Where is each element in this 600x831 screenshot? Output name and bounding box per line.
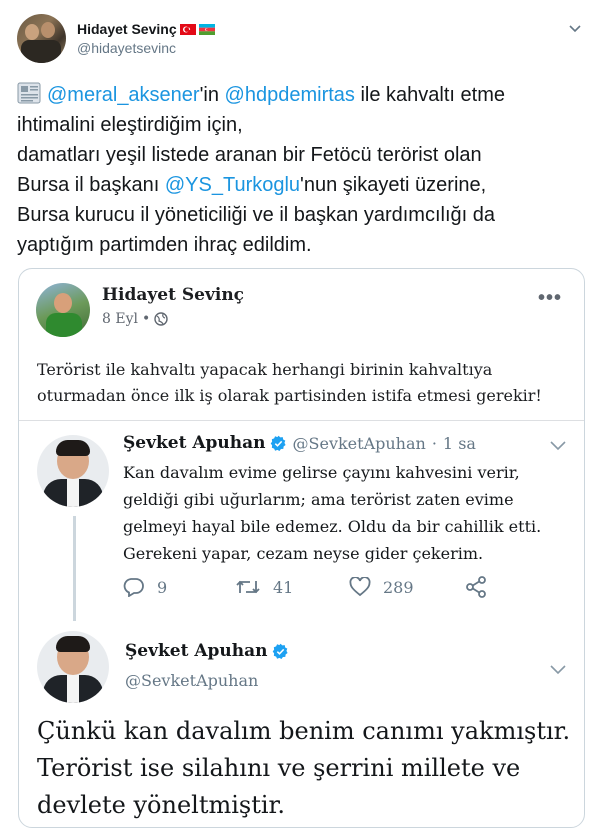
- fb-post-line: oturmadan önce ilk iş olarak partisinden…: [37, 386, 542, 405]
- author-avatar[interactable]: [17, 14, 66, 63]
- tweet-text-segment: Bursa il başkanı: [17, 174, 165, 196]
- tweet-line: Bursa kurucu il yöneticiliği ve il başka…: [17, 204, 495, 226]
- retweet-icon: [236, 580, 260, 594]
- reply-count: 9: [157, 577, 168, 597]
- quoted-line: Çünkü kan davalım benim canımı yakmıştır…: [37, 717, 571, 745]
- quoted-author-name: Şevket Apuhan: [125, 641, 268, 661]
- fb-date-separator: •: [141, 311, 151, 327]
- mention-meral-aksener[interactable]: @meral_aksener: [47, 84, 200, 106]
- chevron-down-icon: [550, 441, 566, 451]
- fb-author-name: Hidayet Sevinç: [102, 285, 245, 305]
- like-count: 289: [383, 577, 414, 597]
- quoted-author-row: Şevket Apuhan @SevketApuhan · 1 sa: [123, 433, 476, 453]
- quoted-author-handle: @SevketApuhan: [125, 671, 259, 690]
- quoted-line: geldiği gibi uğurlarım; ama terörist zat…: [123, 490, 514, 509]
- fb-post-date: 8 Eyl •: [102, 311, 168, 327]
- tweet-line: Bursa il başkanı @YS_Turkoglu'nun şikaye…: [17, 170, 587, 200]
- verified-badge-icon: [270, 435, 286, 451]
- quoted-author-avatar: [37, 631, 109, 703]
- reply-icon: [123, 578, 144, 597]
- author-name-row[interactable]: Hidayet Sevinç: [77, 21, 215, 37]
- quoted-line: Kan davalım evime gelirse çayını kahvesi…: [123, 463, 520, 482]
- quoted-line: Gerekeni yapar, cezam neyse gider çekeri…: [123, 544, 484, 563]
- globe-icon: [154, 312, 168, 326]
- quoted-actions: 9 41 289: [123, 572, 543, 602]
- quoted-author-row: Şevket Apuhan: [125, 641, 289, 661]
- verified-badge-icon: [272, 643, 288, 659]
- newspaper-icon: [17, 82, 41, 104]
- author-name[interactable]: Hidayet Sevinç: [77, 21, 177, 37]
- quoted-line: Terörist ise silahını ve şerrini millete…: [37, 754, 521, 782]
- thread-connector: [73, 516, 76, 621]
- quoted-line: gelmeyi hayal bile edemez. Oldu da bir c…: [123, 517, 542, 536]
- quoted-tweet-text: Kan davalım evime gelirse çayını kahvesi…: [123, 459, 563, 567]
- retweet-action: 41: [235, 577, 349, 597]
- tweet-text-segment: ile kahvaltı etme: [354, 84, 505, 106]
- chevron-down-icon[interactable]: [567, 20, 583, 36]
- quoted-author-avatar: [37, 435, 109, 507]
- tweet-line: @meral_aksener'in @hdpdemirtas ile kahva…: [17, 80, 587, 110]
- fb-author-avatar: [36, 283, 90, 337]
- tweet-line: ihtimalini eleştirdiğim için,: [17, 114, 243, 136]
- reply-action: 9: [123, 577, 235, 597]
- share-action: [465, 576, 499, 598]
- mention-ys-turkoglu[interactable]: @YS_Turkoglu: [165, 174, 300, 196]
- retweet-count: 41: [273, 577, 294, 597]
- tweet-text: @meral_aksener'in @hdpdemirtas ile kahva…: [17, 80, 587, 260]
- tweet-line: yaptığım partimden ihraç edildim.: [17, 234, 312, 256]
- tweet-header: Hidayet Sevinç @hidayetsevinc: [17, 14, 587, 64]
- fb-post-text: Terörist ile kahvaltı yapacak herhangi b…: [37, 357, 572, 409]
- tweet-text-segment: 'nun şikayeti üzerine,: [300, 174, 487, 196]
- quoted-tweet-text: Çünkü kan davalım benim canımı yakmıştır…: [37, 713, 577, 824]
- quoted-author-name: Şevket Apuhan: [123, 433, 266, 453]
- quoted-line: devlete yöneltmiştir.: [37, 791, 286, 819]
- tweet-line: damatları yeşil listede aranan bir Fetöc…: [17, 144, 482, 166]
- author-handle[interactable]: @hidayetsevinc: [77, 40, 176, 56]
- mention-hdpdemirtas[interactable]: @hdpdemirtas: [225, 84, 355, 106]
- fb-post-line: Terörist ile kahvaltı yapacak herhangi b…: [37, 360, 493, 379]
- like-action: 289: [349, 577, 465, 597]
- attached-image[interactable]: Hidayet Sevinç 8 Eyl • ••• Terörist ile …: [18, 268, 585, 828]
- share-icon: [466, 576, 486, 598]
- fb-more-icon: •••: [537, 287, 562, 309]
- quoted-time: 1 sa: [442, 433, 476, 453]
- turkey-flag-icon: [179, 23, 196, 35]
- quoted-separator: ·: [431, 433, 437, 453]
- fb-date-text: 8 Eyl: [102, 311, 138, 327]
- quoted-author-handle: @SevketApuhan: [292, 433, 426, 453]
- azerbaijan-flag-icon: [198, 23, 215, 35]
- tweet-text-segment: 'in: [199, 84, 225, 106]
- chevron-down-icon: [550, 665, 566, 675]
- heart-icon: [349, 577, 371, 597]
- divider: [19, 420, 584, 421]
